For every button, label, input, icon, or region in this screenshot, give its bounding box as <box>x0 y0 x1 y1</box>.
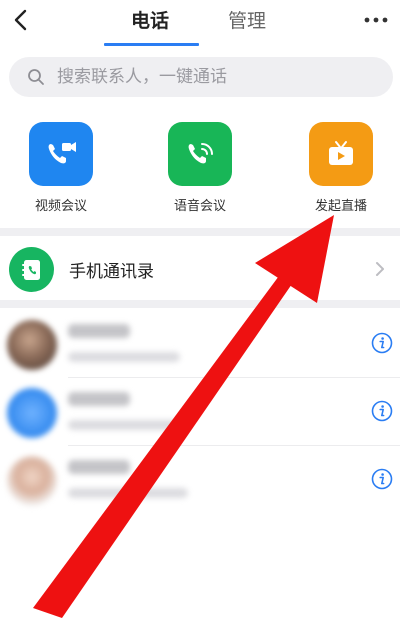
more-button[interactable] <box>362 10 390 30</box>
search-placeholder: 搜索联系人，一键通话 <box>57 67 227 87</box>
phone-call-icon <box>168 122 232 186</box>
contact-detail-blurred <box>68 488 188 498</box>
top-bar: 电话 管理 <box>0 0 400 46</box>
active-tab-indicator <box>104 43 199 46</box>
phone-contacts-label: 手机通讯录 <box>69 262 154 282</box>
tab-manage[interactable]: 管理 <box>228 8 266 34</box>
search-icon <box>28 69 44 85</box>
info-icon[interactable] <box>371 332 393 354</box>
contact-name-blurred <box>68 392 130 406</box>
contact-name-blurred <box>68 460 130 474</box>
contact-row[interactable] <box>0 378 400 446</box>
tv-live-icon <box>309 122 373 186</box>
video-call-icon <box>29 122 93 186</box>
info-icon[interactable] <box>371 468 393 490</box>
search-input[interactable]: 搜索联系人，一键通话 <box>9 57 393 97</box>
more-horizontal-icon <box>364 17 388 23</box>
contact-row[interactable] <box>0 310 400 378</box>
phone-contacts-row[interactable]: 手机通讯录 <box>0 237 400 300</box>
start-live-button[interactable]: 发起直播 <box>307 122 375 214</box>
voice-meeting-button[interactable]: 语音会议 <box>166 122 234 214</box>
chevron-right-icon <box>376 262 384 276</box>
avatar <box>7 388 57 438</box>
back-button[interactable] <box>6 6 34 34</box>
contact-detail-blurred <box>68 352 180 362</box>
contacts-book-icon <box>9 247 54 292</box>
contact-row[interactable] <box>0 446 400 514</box>
video-meeting-label: 视频会议 <box>34 199 87 214</box>
chevron-left-icon <box>14 9 27 31</box>
contact-name-blurred <box>68 324 130 338</box>
section-divider <box>0 300 400 308</box>
video-meeting-button[interactable]: 视频会议 <box>27 122 95 214</box>
avatar <box>7 456 57 506</box>
contact-detail-blurred <box>68 420 186 430</box>
voice-meeting-label: 语音会议 <box>173 199 226 214</box>
info-icon[interactable] <box>371 400 393 422</box>
section-divider <box>0 228 400 236</box>
start-live-label: 发起直播 <box>314 199 367 214</box>
tab-phone[interactable]: 电话 <box>131 8 169 34</box>
avatar <box>7 320 57 370</box>
